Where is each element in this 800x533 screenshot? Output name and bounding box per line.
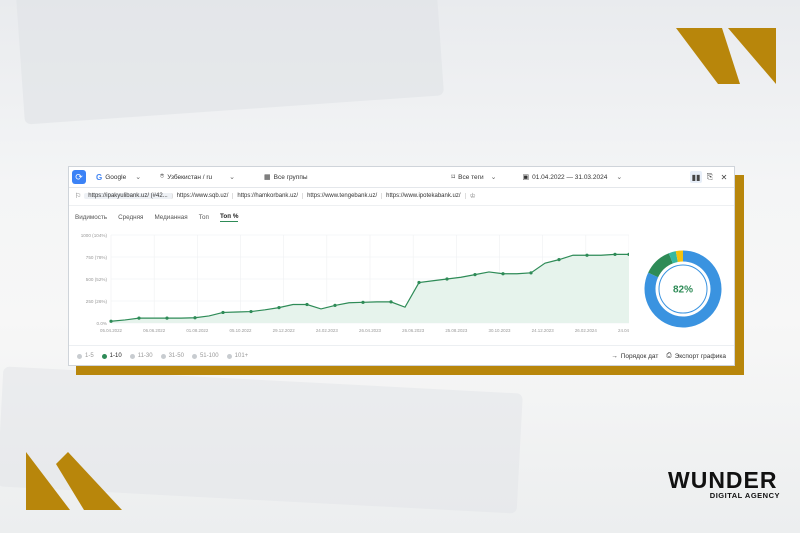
y-tick-label: 1000 (104%) [81, 233, 108, 238]
export-chart-button[interactable]: ⎙ Экспорт графика [666, 352, 726, 360]
legend-item-31-50[interactable]: 31-50 [160, 353, 184, 359]
x-tick-label: 24.02.2023 [316, 328, 339, 333]
data-point [557, 258, 561, 262]
grid-icon: ▦ [264, 174, 271, 181]
export-icon: ⎙ [666, 352, 672, 359]
tab-top[interactable]: Топ [199, 214, 209, 221]
legend-item-1-10[interactable]: 1-10 [101, 353, 122, 359]
data-point [109, 319, 113, 323]
data-point [473, 273, 477, 277]
order-dates-button[interactable]: → Порядок дат [611, 352, 658, 360]
url-item[interactable]: https://www.tengebank.uz/ [303, 193, 383, 199]
data-point [529, 271, 533, 275]
tags-select[interactable]: ⌑ Все теги ⌄ [451, 173, 517, 182]
legend-item-51-100[interactable]: 51-100 [191, 353, 219, 359]
tools-icon[interactable]: ✕ [718, 171, 730, 183]
top-percent-chart: 0.0% 250 (26%) 500 (52%) 750 (78%) 1000 (104… [81, 233, 629, 333]
top-right-chevrons [676, 28, 776, 84]
donut-segment [675, 250, 684, 263]
tab-median[interactable]: Медианная [154, 214, 187, 221]
data-point [501, 272, 505, 276]
flag-icon: ⚐ [75, 193, 82, 200]
x-tick-label: 24.04.2024 [618, 328, 629, 333]
region-select[interactable]: ⌾ Узбекистан / ru ⌄ [160, 173, 260, 181]
dot-icon [160, 353, 166, 359]
data-point [137, 316, 141, 320]
url-list: ⚐ https://ipakyulibank.uz/ (#42... https… [69, 187, 734, 206]
donut-percent-label: 82% [673, 285, 693, 296]
bar-chart-icon[interactable]: ▮▮ [690, 171, 702, 183]
groups-select[interactable]: ▦ Все группы [264, 173, 308, 182]
y-tick-label: 750 (78%) [86, 255, 108, 260]
bottom-left-chevrons [26, 452, 122, 510]
brand-logo: WUNDER DIGITAL AGENCY [668, 467, 780, 501]
legend-item-101-plus[interactable]: 101+ [226, 353, 248, 359]
data-point [277, 306, 281, 310]
data-point [165, 316, 169, 320]
dot-icon [101, 353, 107, 359]
data-point [389, 300, 393, 304]
x-tick-label: 26.02.2024 [575, 328, 598, 333]
brand-name: WUNDER [668, 467, 778, 493]
arrow-right-icon: → [611, 352, 618, 360]
location-pin-icon: ⌾ [160, 173, 165, 180]
dot-icon [129, 353, 135, 359]
tag-icon: ⌑ [451, 174, 456, 181]
donut-chart: 82% [644, 250, 722, 328]
y-tick-label: 0.0% [97, 321, 107, 326]
y-tick-label: 500 (52%) [86, 277, 108, 282]
x-tick-label: 05.10.2022 [230, 328, 253, 333]
url-item[interactable]: https://www.ipotekabank.uz/ [382, 193, 466, 199]
export-icon[interactable]: ⎘ [704, 171, 716, 183]
data-point [305, 302, 309, 307]
x-tick-label: 26.06.2023 [402, 328, 425, 333]
dot-icon [191, 353, 197, 359]
url-item[interactable]: https://ipakyulibank.uz/ (#42... [84, 193, 173, 199]
chevron-down-icon: ⌄ [616, 174, 623, 181]
x-tick-label: 24.12.2023 [532, 328, 555, 333]
x-tick-label: 05.04.2022 [100, 328, 123, 333]
x-tick-label: 01.08.2022 [186, 328, 209, 333]
data-point [445, 277, 449, 281]
data-point [221, 310, 225, 315]
url-item[interactable]: https://www.sqb.uz/ [173, 193, 234, 199]
metric-tabs: Видимость Средняя Медианная Топ Топ % [69, 209, 734, 225]
x-tick-label: 29.12.2022 [273, 328, 296, 333]
tab-average[interactable]: Средняя [118, 214, 143, 221]
dot-icon [77, 353, 82, 359]
chevron-down-icon: ⌄ [229, 174, 236, 181]
google-icon: G [96, 172, 103, 182]
x-tick-label: 06.06.2022 [143, 328, 166, 333]
tab-visibility[interactable]: Видимость [75, 214, 107, 221]
calendar-icon: ▣ [522, 174, 530, 181]
dot-icon [226, 353, 232, 359]
y-tick-label: 250 (26%) [86, 299, 108, 304]
refresh-button[interactable]: ⟳ [72, 170, 86, 184]
data-point [585, 253, 589, 257]
toolbar: ⟳ G Google ⌄ ⌾ Узбекистан / ru ⌄ ▦ Все г… [69, 167, 734, 188]
donut-segment [668, 251, 678, 264]
tab-top-percent[interactable]: Топ % [219, 213, 239, 222]
chevron-down-icon: ⌄ [135, 174, 142, 181]
chevron-down-icon: ⌄ [490, 174, 497, 181]
x-tick-label: 30.10.2023 [489, 328, 512, 333]
chart-legend: 1-5 1-10 11-30 31-50 51-100 101+ → Порядо… [69, 345, 734, 365]
data-point [361, 300, 365, 304]
trophy-icon[interactable]: ♔ [470, 192, 476, 200]
data-point [193, 316, 197, 320]
data-point [417, 280, 421, 285]
data-point [333, 303, 337, 307]
analytics-screenshot: ⟳ G Google ⌄ ⌾ Узбекистан / ru ⌄ ▦ Все г… [68, 166, 735, 366]
legend-item-11-30[interactable]: 11-30 [129, 353, 153, 359]
data-point [613, 252, 617, 256]
url-item[interactable]: https://hamkorbank.uz/ [233, 193, 304, 199]
x-tick-label: 26.04.2023 [359, 328, 382, 333]
legend-item-1-5[interactable]: 1-5 [77, 353, 94, 359]
background-shape [15, 0, 445, 125]
data-point [249, 309, 253, 314]
search-engine-select[interactable]: G Google ⌄ [96, 173, 156, 182]
x-tick-label: 25.08.2023 [445, 328, 468, 333]
date-range-picker[interactable]: ▣ 01.04.2022 — 31.03.2024 ⌄ [522, 173, 623, 182]
